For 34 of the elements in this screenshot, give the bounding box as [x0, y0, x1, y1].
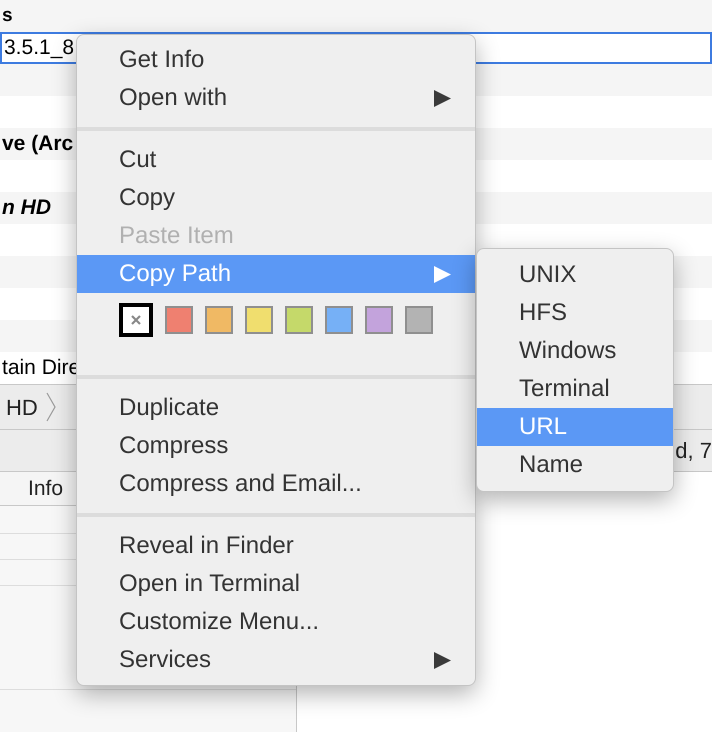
color-swatch[interactable]: [365, 306, 393, 334]
menu-item[interactable]: Open in Terminal: [77, 565, 475, 603]
menu-item[interactable]: Compress and Email...: [77, 465, 475, 503]
submenu-arrow-icon: [434, 90, 451, 106]
menu-item[interactable]: Reveal in Finder: [77, 527, 475, 565]
menu-item[interactable]: Customize Menu...: [77, 603, 475, 641]
color-swatch[interactable]: [285, 306, 313, 334]
menu-item[interactable]: Windows: [477, 332, 673, 370]
menu-item[interactable]: Get Info: [77, 41, 475, 79]
menu-item[interactable]: Cut: [77, 141, 475, 179]
path-segment[interactable]: HD: [6, 390, 38, 424]
menu-item[interactable]: Name: [477, 446, 673, 484]
submenu-arrow-icon: [434, 266, 451, 282]
menu-item[interactable]: Open with: [77, 79, 475, 117]
column-header: Info: [27, 476, 64, 502]
file-name: n HD: [1, 195, 51, 222]
menu-item[interactable]: Terminal: [477, 370, 673, 408]
menu-item[interactable]: Services: [77, 641, 475, 679]
color-swatch[interactable]: [325, 306, 353, 334]
column-header: s: [2, 4, 13, 28]
color-swatch[interactable]: [165, 306, 193, 334]
status-text: d, 7: [675, 437, 712, 465]
file-name: ve (Arc: [1, 131, 74, 158]
color-swatch[interactable]: [405, 306, 433, 334]
file-name: 3.5.1_8: [3, 35, 74, 62]
color-swatch[interactable]: [245, 306, 273, 334]
menu-item[interactable]: HFS: [477, 294, 673, 332]
no-color-swatch[interactable]: [119, 303, 153, 337]
menu-item[interactable]: Copy: [77, 179, 475, 217]
menu-item[interactable]: UNIX: [477, 256, 673, 294]
submenu-arrow-icon: [434, 652, 451, 668]
menu-item[interactable]: Compress: [77, 427, 475, 465]
menu-item[interactable]: Duplicate: [77, 389, 475, 427]
color-swatch[interactable]: [205, 306, 233, 334]
